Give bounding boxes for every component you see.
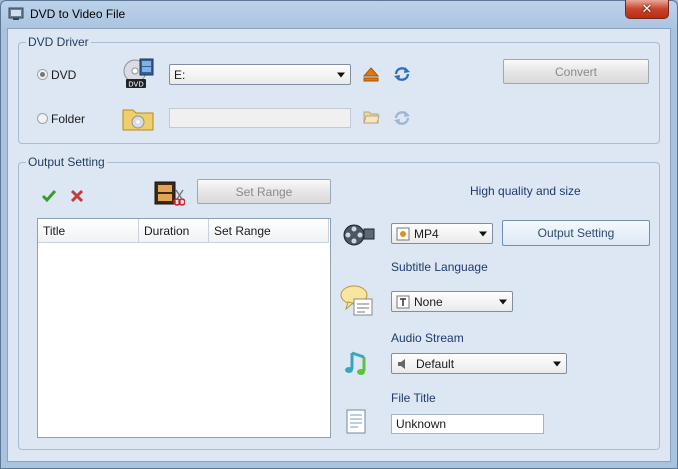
- dvd-disc-icon: DVD: [123, 58, 154, 89]
- dvd-driver-legend: DVD Driver: [26, 35, 91, 49]
- close-button[interactable]: ✕: [625, 0, 669, 19]
- format-select-value: MP4: [414, 226, 439, 241]
- chevron-down-icon: [337, 72, 345, 77]
- set-range-button[interactable]: Set Range: [197, 179, 331, 204]
- subtitle-select-value: None: [414, 294, 443, 309]
- output-setting-button[interactable]: Output Setting: [502, 220, 650, 246]
- audio-stream-select-value: Default: [416, 356, 455, 371]
- title-list[interactable]: Title Duration Set Range: [37, 218, 331, 438]
- refresh-icon[interactable]: [393, 65, 411, 83]
- window-title: DVD to Video File: [30, 7, 126, 21]
- document-icon: [346, 409, 366, 434]
- subtitle-select[interactable]: None: [391, 291, 513, 312]
- svg-text:DVD: DVD: [128, 81, 143, 89]
- title-bar[interactable]: DVD to Video File ✕: [0, 0, 676, 28]
- drive-select[interactable]: E:: [169, 64, 351, 85]
- dvd-radio-label[interactable]: DVD: [51, 68, 76, 82]
- audio-stream-label: Audio Stream: [391, 331, 464, 345]
- file-title-input[interactable]: Unknown: [391, 414, 544, 434]
- speaker-icon: [398, 358, 405, 369]
- film-reel-icon: [343, 224, 375, 246]
- delete-icon[interactable]: [69, 188, 85, 204]
- film-scissors-icon: [154, 181, 185, 206]
- folder-dvd-icon: [122, 109, 154, 131]
- quality-text: High quality and size: [470, 184, 581, 198]
- file-title-label: File Title: [391, 391, 436, 405]
- folder-refresh-icon[interactable]: [393, 109, 411, 127]
- subtitle-bubble-icon: [340, 285, 373, 316]
- text-icon: [396, 295, 410, 308]
- chevron-down-icon: [499, 299, 507, 304]
- audio-stream-select[interactable]: Default: [391, 353, 567, 374]
- dvd-radio[interactable]: [37, 69, 48, 80]
- open-folder-icon[interactable]: [363, 110, 380, 124]
- subtitle-language-label: Subtitle Language: [391, 260, 488, 274]
- eject-icon[interactable]: [363, 66, 379, 82]
- column-header-title[interactable]: Title: [38, 219, 139, 243]
- music-notes-icon: [345, 351, 366, 375]
- format-icon: [396, 227, 410, 240]
- column-header-set-range[interactable]: Set Range: [209, 219, 329, 243]
- drive-select-value: E:: [174, 67, 186, 82]
- column-header-duration[interactable]: Duration: [139, 219, 209, 243]
- folder-radio-label[interactable]: Folder: [51, 112, 85, 126]
- app-icon: [8, 7, 24, 20]
- convert-button[interactable]: Convert: [503, 59, 649, 84]
- chevron-down-icon: [553, 361, 561, 366]
- folder-path-input[interactable]: [169, 108, 351, 128]
- dvd-driver-group: [18, 42, 660, 144]
- chevron-down-icon: [479, 231, 487, 236]
- folder-radio[interactable]: [37, 113, 48, 124]
- format-select[interactable]: MP4: [391, 223, 493, 244]
- check-icon[interactable]: [41, 188, 57, 204]
- close-icon: ✕: [641, 1, 653, 16]
- output-setting-legend: Output Setting: [26, 155, 107, 169]
